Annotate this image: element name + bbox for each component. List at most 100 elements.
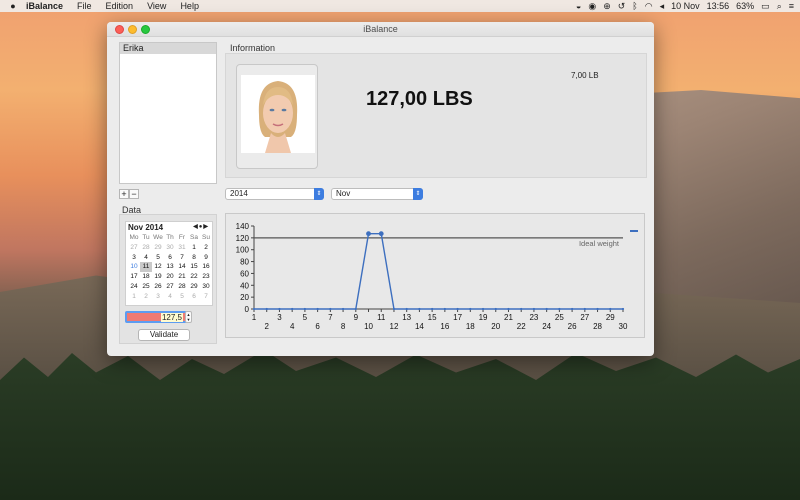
- calendar-day[interactable]: 3: [128, 253, 140, 263]
- users-list[interactable]: Erika: [119, 42, 217, 184]
- menu-view[interactable]: View: [147, 1, 166, 11]
- calendar-day[interactable]: 21: [176, 272, 188, 282]
- weight-data-point: [329, 307, 332, 311]
- status-area: ◒ ◉ ⊕ ↺ ᛒ ◠ ◂ 10 Nov 13:56 63% ▭ ⌕ ≡: [576, 0, 794, 12]
- weight-data-point: [609, 307, 612, 311]
- calendar-day[interactable]: 7: [176, 253, 188, 263]
- calendar-day[interactable]: 16: [200, 262, 212, 272]
- calendar-day[interactable]: 18: [140, 272, 152, 282]
- weight-data-point: [278, 307, 281, 311]
- calendar-day[interactable]: 1: [188, 243, 200, 253]
- calendar-day[interactable]: 3: [152, 292, 164, 302]
- weight-data-point: [418, 307, 421, 311]
- calendar-nav: ◀●▶: [193, 222, 209, 233]
- calendar-day[interactable]: 14: [176, 262, 188, 272]
- timemachine-icon[interactable]: ↺: [618, 0, 626, 12]
- calendar-day[interactable]: 6: [188, 292, 200, 302]
- x-tick-label: 26: [568, 322, 577, 331]
- user-row[interactable]: Erika: [120, 43, 216, 54]
- calendar-header: Nov 2014 ◀●▶: [126, 222, 212, 233]
- calendar-day[interactable]: 4: [164, 292, 176, 302]
- calendar-day[interactable]: 13: [164, 262, 176, 272]
- calendar-day[interactable]: 20: [164, 272, 176, 282]
- calendar-day[interactable]: 27: [128, 243, 140, 253]
- calendar-day[interactable]: 19: [152, 272, 164, 282]
- calendar-day-header: Sa: [190, 234, 198, 241]
- calendar-day[interactable]: 29: [152, 243, 164, 253]
- title-bar: iBalance: [107, 22, 654, 37]
- eye-icon[interactable]: ◉: [588, 0, 596, 12]
- spy-icon[interactable]: ◒: [576, 0, 581, 12]
- photo-frame[interactable]: [236, 64, 318, 169]
- calendar-day[interactable]: 5: [176, 292, 188, 302]
- calendar-day[interactable]: 23: [200, 272, 212, 282]
- weight-stepper[interactable]: ▲ ▼: [185, 311, 192, 323]
- apple-menu-icon[interactable]: ●: [0, 1, 26, 11]
- calendar-day[interactable]: 15: [188, 262, 200, 272]
- calendar-day[interactable]: 30: [164, 243, 176, 253]
- x-tick-label: 8: [341, 322, 346, 331]
- information-panel: 127,00 LBS 7,00 LB: [225, 53, 647, 178]
- validate-button[interactable]: Validate: [138, 329, 190, 341]
- calendar-day[interactable]: 2: [140, 292, 152, 302]
- calendar-day[interactable]: 22: [188, 272, 200, 282]
- x-tick-label: 2: [264, 322, 269, 331]
- app-menu[interactable]: iBalance: [26, 1, 63, 11]
- calendar-day[interactable]: 27: [164, 282, 176, 292]
- battery-percent[interactable]: 63%: [736, 0, 754, 12]
- x-tick-label: 5: [303, 313, 308, 322]
- calendar-day[interactable]: 24: [128, 282, 140, 292]
- calendar-day[interactable]: 30: [200, 282, 212, 292]
- calendar-day[interactable]: 28: [176, 282, 188, 292]
- volume-icon[interactable]: ◂: [660, 0, 665, 12]
- calendar-day[interactable]: 10: [128, 262, 140, 272]
- weight-input-value: 127,5: [160, 313, 183, 322]
- weight-data-point: [507, 307, 510, 311]
- calendar-day[interactable]: 11: [140, 262, 152, 273]
- calendar-day[interactable]: 31: [176, 243, 188, 253]
- close-icon[interactable]: [115, 25, 124, 34]
- menu-edition[interactable]: Edition: [106, 1, 134, 11]
- calendar-day[interactable]: 25: [140, 282, 152, 292]
- add-user-button[interactable]: +: [119, 189, 129, 199]
- calendar-day[interactable]: 12: [152, 262, 164, 272]
- calendar-day[interactable]: 5: [152, 253, 164, 263]
- x-tick-label: 21: [504, 313, 513, 322]
- user-add-remove: + −: [119, 189, 139, 199]
- calendar-day[interactable]: 4: [140, 253, 152, 263]
- menu-help[interactable]: Help: [180, 1, 199, 11]
- calendar-day[interactable]: 6: [164, 253, 176, 263]
- date-picker[interactable]: Nov 2014 ◀●▶ Mo Tu We Th Fr Sa Su 27 28 29 30 31 1 2 3…: [125, 221, 213, 306]
- calendar-day[interactable]: 8: [188, 253, 200, 263]
- month-select[interactable]: Nov ⇕: [331, 188, 423, 200]
- calendar-day[interactable]: 26: [152, 282, 164, 292]
- menu-bar: ● iBalance File Edition View Help ◒ ◉ ⊕ …: [0, 0, 800, 12]
- remove-user-button[interactable]: −: [129, 189, 139, 199]
- calendar-day[interactable]: 29: [188, 282, 200, 292]
- weight-data-point: [520, 307, 523, 311]
- next-month-icon[interactable]: ▶: [203, 224, 209, 230]
- x-tick-label: 16: [440, 322, 449, 331]
- search-icon[interactable]: ⌕: [777, 0, 782, 12]
- minimize-icon[interactable]: [128, 25, 137, 34]
- weight-data-point: [303, 307, 306, 311]
- menu-file[interactable]: File: [77, 1, 92, 11]
- year-select[interactable]: 2014 ⇕: [225, 188, 324, 200]
- calendar-day[interactable]: 1: [128, 292, 140, 302]
- bluetooth-icon[interactable]: ᛒ: [632, 0, 637, 12]
- list-icon[interactable]: ≡: [789, 0, 794, 12]
- calendar-day[interactable]: 7: [200, 292, 212, 302]
- globe-icon[interactable]: ⊕: [603, 0, 611, 12]
- calendar-day[interactable]: 9: [200, 253, 212, 263]
- date-text[interactable]: 10 Nov: [671, 0, 700, 12]
- calendar-day[interactable]: 17: [128, 272, 140, 282]
- battery-icon[interactable]: ▭: [761, 0, 770, 12]
- calendar-day[interactable]: 2: [200, 243, 212, 253]
- zoom-icon[interactable]: [141, 25, 150, 34]
- weight-input[interactable]: 127,5: [125, 311, 187, 323]
- weight-data-point: [596, 307, 599, 311]
- calendar-day[interactable]: 28: [140, 243, 152, 253]
- wifi-icon[interactable]: ◠: [645, 0, 653, 12]
- time-text[interactable]: 13:56: [707, 0, 730, 12]
- x-tick-label: 19: [479, 313, 488, 322]
